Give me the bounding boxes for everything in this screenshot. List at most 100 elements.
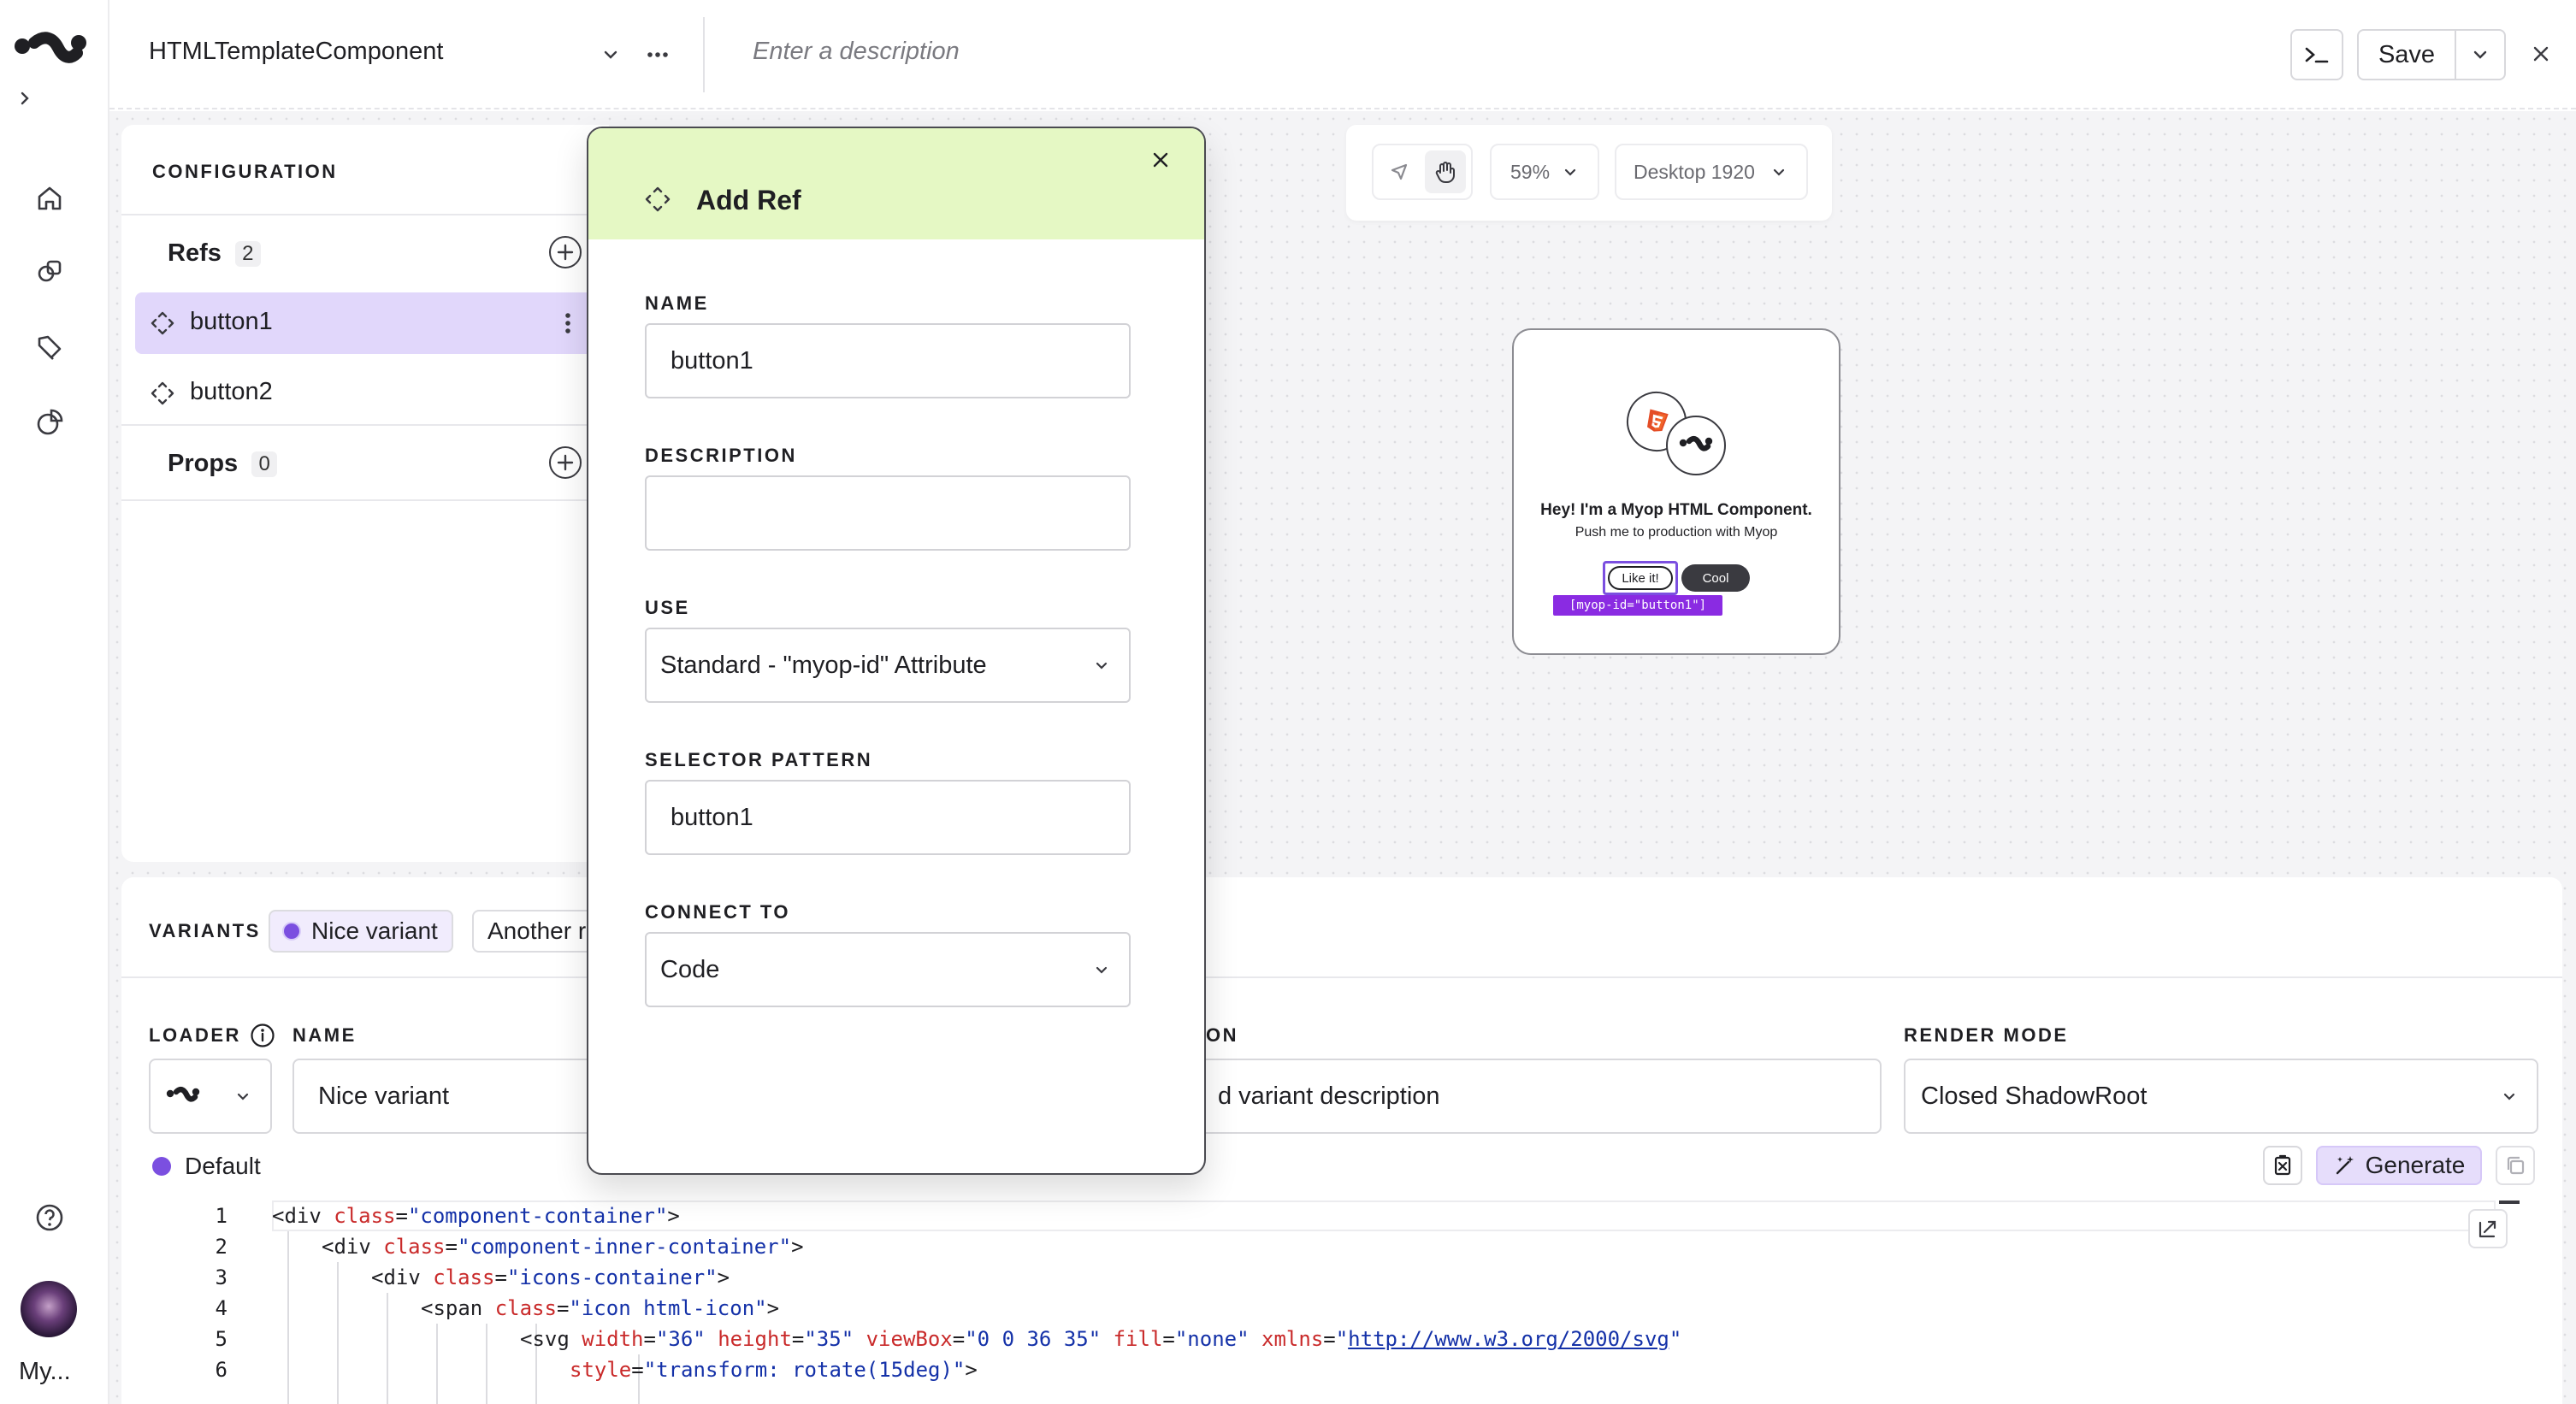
component-name[interactable]: HTMLTemplateComponent bbox=[149, 38, 443, 66]
preview-like-button[interactable]: Like it! bbox=[1608, 566, 1673, 590]
description-input[interactable]: Enter a description bbox=[753, 38, 960, 66]
code-token: = bbox=[494, 1265, 507, 1289]
ref-name-input[interactable]: button1 bbox=[645, 323, 1131, 398]
default-label: Default bbox=[185, 1153, 261, 1179]
loader-label-text: LOADER bbox=[149, 1024, 241, 1046]
add-ref-button[interactable] bbox=[549, 236, 582, 268]
code-token: "icons-container" bbox=[506, 1265, 718, 1289]
copy-code-button[interactable] bbox=[2496, 1146, 2535, 1185]
avatar[interactable] bbox=[21, 1281, 77, 1337]
indent-guide bbox=[387, 1293, 388, 1404]
pan-tool-button[interactable] bbox=[1425, 150, 1466, 193]
close-icon[interactable] bbox=[1149, 149, 1172, 171]
components-icon[interactable] bbox=[32, 255, 67, 289]
tag-icon[interactable] bbox=[32, 330, 67, 364]
ref-list-item-button1[interactable]: button1 bbox=[135, 292, 609, 354]
expand-icon bbox=[2479, 1220, 2496, 1238]
analytics-icon[interactable] bbox=[32, 405, 67, 439]
chevron-down-icon bbox=[1773, 168, 1785, 176]
code-line: <span class="icon html-icon"> bbox=[421, 1293, 779, 1324]
ref-item-more-icon[interactable] bbox=[559, 310, 576, 337]
code-token: = bbox=[791, 1327, 805, 1351]
code-token: " bbox=[1669, 1327, 1682, 1351]
code-token: height bbox=[718, 1327, 792, 1351]
help-icon[interactable] bbox=[32, 1200, 67, 1235]
ref-use-value: Standard - "myop-id" Attribute bbox=[660, 651, 987, 679]
code-editor[interactable]: 1 <div class="component-container"> 2 <div … bbox=[121, 1200, 2562, 1404]
loader-select[interactable] bbox=[149, 1059, 272, 1134]
config-divider bbox=[121, 214, 609, 215]
chevron-down-icon bbox=[1096, 662, 1108, 670]
variant-description-input[interactable]: d variant description bbox=[1199, 1059, 1882, 1134]
code-token: > bbox=[667, 1204, 680, 1228]
refs-header: Refs 2 bbox=[168, 239, 261, 268]
add-prop-button[interactable] bbox=[549, 446, 582, 479]
line-number: 2 bbox=[215, 1235, 227, 1259]
plus-icon bbox=[557, 244, 574, 261]
save-label: Save bbox=[2378, 40, 2436, 68]
generate-button[interactable]: Generate bbox=[2316, 1146, 2482, 1185]
zoom-select[interactable]: 59% bbox=[1490, 144, 1599, 200]
props-header: Props 0 bbox=[168, 450, 278, 478]
configuration-panel: CONFIGURATION Refs 2 button1 button2 Pro… bbox=[121, 125, 609, 862]
variant-color-dot bbox=[282, 922, 301, 941]
close-editor-icon[interactable] bbox=[2530, 43, 2552, 65]
code-token: = bbox=[445, 1235, 458, 1259]
chevron-down-icon bbox=[1096, 966, 1108, 974]
variant-tab-label: Nice variant bbox=[311, 917, 438, 944]
add-ref-modal: Add Ref NAME button1 DESCRIPTION USE Sta… bbox=[587, 127, 1206, 1175]
ref-connect-value: Code bbox=[660, 955, 720, 983]
code-token: " bbox=[1335, 1327, 1349, 1351]
code-token: > bbox=[791, 1235, 804, 1259]
zoom-value: 59% bbox=[1510, 160, 1551, 183]
editor-scrollbar[interactable] bbox=[2499, 1200, 2520, 1204]
code-token: > bbox=[965, 1358, 978, 1382]
expand-rail-chevron-icon[interactable] bbox=[15, 89, 34, 108]
default-tab[interactable]: Default bbox=[152, 1153, 261, 1180]
code-line: <svg width="36" height="35" viewBox="0 0… bbox=[520, 1324, 1681, 1354]
ref-connect-label: CONNECT TO bbox=[645, 901, 791, 923]
terminal-button[interactable] bbox=[2290, 29, 2343, 80]
code-token: xmlns bbox=[1261, 1327, 1324, 1351]
variant-tab-nice-variant[interactable]: Nice variant bbox=[269, 910, 453, 953]
ref-description-input[interactable] bbox=[645, 475, 1131, 551]
user-name-label: My... bbox=[19, 1358, 71, 1385]
code-token: <span bbox=[421, 1296, 495, 1320]
save-options-button[interactable] bbox=[2455, 29, 2506, 80]
indent-guide bbox=[436, 1324, 438, 1404]
render-mode-select[interactable]: Closed ShadowRoot bbox=[1904, 1059, 2538, 1134]
code-token: class bbox=[383, 1235, 446, 1259]
ref-list-item-button2[interactable]: button2 bbox=[135, 363, 609, 424]
ref-item-label: button1 bbox=[190, 308, 273, 335]
chevron-down-icon bbox=[2503, 1093, 2515, 1100]
ref-move-icon bbox=[151, 381, 174, 405]
save-button[interactable]: Save bbox=[2357, 29, 2456, 80]
cursor-icon bbox=[1391, 163, 1408, 180]
code-token[interactable]: http://www.w3.org/2000/svg bbox=[1348, 1327, 1669, 1351]
preview-subtitle: Push me to production with Myop bbox=[1575, 525, 1778, 540]
code-token: = bbox=[643, 1327, 656, 1351]
ref-use-select[interactable]: Standard - "myop-id" Attribute bbox=[645, 628, 1131, 703]
info-icon[interactable] bbox=[250, 1023, 275, 1048]
ref-selector-input[interactable]: button1 bbox=[645, 780, 1131, 855]
indent-guide bbox=[337, 1262, 339, 1404]
ref-name-label: NAME bbox=[645, 292, 709, 314]
ref-move-icon bbox=[645, 186, 671, 212]
more-options-icon[interactable] bbox=[645, 44, 671, 65]
clear-code-button[interactable] bbox=[2263, 1146, 2302, 1185]
code-token: = bbox=[1323, 1327, 1336, 1351]
device-select[interactable]: Desktop 1920 bbox=[1615, 144, 1808, 200]
variant-name-input[interactable]: Nice variant bbox=[292, 1059, 635, 1134]
myop-logo[interactable] bbox=[14, 31, 87, 74]
code-token: = bbox=[952, 1327, 966, 1351]
preview-cool-button[interactable]: Cool bbox=[1681, 564, 1750, 592]
component-select-chevron-icon[interactable] bbox=[600, 44, 621, 65]
ref-connect-select[interactable]: Code bbox=[645, 932, 1131, 1007]
modal-header: Add Ref bbox=[588, 128, 1204, 239]
ref-selector-tag: [myop-id="button1"] bbox=[1553, 595, 1722, 616]
select-tool-button[interactable] bbox=[1379, 150, 1420, 193]
code-token: <svg bbox=[520, 1327, 582, 1351]
expand-editor-button[interactable] bbox=[2468, 1209, 2508, 1248]
left-rail: My... bbox=[0, 0, 109, 1404]
home-icon[interactable] bbox=[32, 181, 67, 215]
